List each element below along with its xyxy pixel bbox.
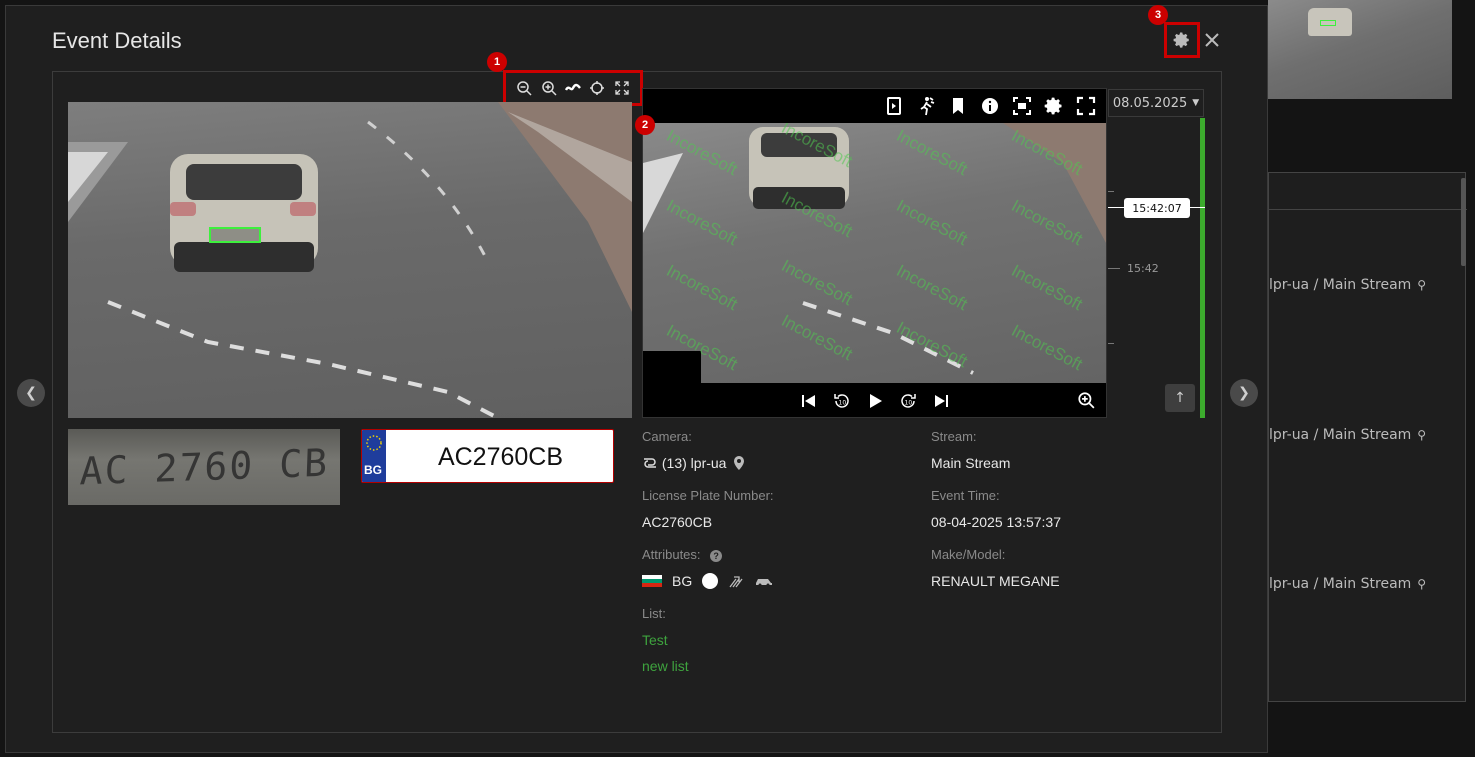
bulgaria-flag-icon [642,575,662,587]
direction-icon [729,576,743,588]
info-icon[interactable] [980,96,1000,116]
attributes-label: Attributes: [642,547,701,562]
help-icon[interactable]: ? [710,550,723,562]
zoom-out-icon[interactable] [515,79,533,97]
list-item[interactable]: lpr-ua / Main Stream ⚲ [1269,277,1429,293]
timeline-tick [1108,268,1120,269]
fullscreen-icon[interactable] [1076,96,1096,116]
timeline-current-time[interactable]: 15:42:07 [1124,198,1190,218]
camera-label: Camera: [642,429,692,444]
scrollbar[interactable] [1461,178,1466,266]
bookmark-icon[interactable] [948,96,968,116]
player-toolbar [643,89,1106,123]
date-selector[interactable]: 08.05.2025 ▼ [1108,89,1204,117]
list-label: List: [642,606,666,621]
close-button[interactable] [1200,28,1224,52]
plate-crop-image: AC 2760 CB [68,429,340,505]
attributes-label-row: Attributes: ? [642,547,723,562]
export-icon[interactable] [884,96,904,116]
chevron-right-icon: ❯ [1238,385,1250,401]
attributes-value: BG [642,573,774,589]
date-value: 08.05.2025 [1112,95,1188,111]
make-model-label: Make/Model: [931,547,1006,562]
car-type-icon [756,579,773,587]
svg-text:10: 10 [838,400,846,407]
timeline-tick [1108,343,1114,344]
annotation-badge: 2 [635,115,655,135]
list-item-stream: lpr-ua / Main Stream [1269,277,1412,293]
list-link-new-list[interactable]: new list [642,658,689,674]
forward-10-icon[interactable]: 10 [898,391,918,411]
timeline-up-button[interactable]: ↑ [1165,384,1195,412]
crosshair-icon[interactable] [588,79,606,97]
annotation-badge: 1 [487,52,507,72]
location-pin-icon: ⚲ [1417,278,1427,292]
list-item-stream: lpr-ua / Main Stream [1269,576,1412,592]
location-pin-icon: ⚲ [1417,577,1427,591]
next-event-button[interactable]: ❯ [1230,379,1258,407]
rewind-10-icon[interactable]: 10 [832,391,852,411]
timeline-tick-label: 15:42 [1127,262,1159,275]
plate-box [1320,20,1336,26]
camera-value[interactable]: (13) lpr-ua [642,455,745,471]
settings-button[interactable] [1164,22,1200,58]
location-pin-icon: ⚲ [1417,428,1427,442]
chevron-left-icon: ❮ [25,385,37,401]
camera-link-icon [644,458,656,468]
zoom-in-icon[interactable] [540,79,558,97]
plate-country-code: BG [364,463,382,477]
event-time-value: 08-04-2025 13:57:37 [931,514,1061,530]
caret-down-icon: ▼ [1192,98,1200,108]
previous-event-button[interactable]: ❮ [17,379,45,407]
gear-icon [1173,32,1189,48]
make-model-value: RENAULT MEGANE [931,573,1060,589]
location-pin-icon[interactable] [734,456,745,470]
camera-name: (13) lpr-ua [661,455,727,471]
list-item[interactable]: lpr-ua / Main Stream ⚲ [1269,576,1429,592]
background-event-list: lpr-ua / Main Stream ⚲ lpr-ua / Main Stre… [1268,172,1467,702]
plate-crop-text: AC 2760 CB [78,440,330,494]
list-link-test[interactable]: Test [642,632,668,648]
wave-icon[interactable] [564,79,582,97]
list-item-stream: lpr-ua / Main Stream [1269,427,1412,443]
list-header-divider [1269,209,1467,210]
close-icon [1205,33,1219,47]
video-player: IncoreSoft IncoreSoft IncoreSoft IncoreS… [642,88,1107,418]
arrow-up-icon: ↑ [1174,390,1186,406]
image-toolbar [503,70,643,106]
recording-bar [1200,118,1205,418]
settings-icon[interactable] [1044,96,1064,116]
event-time-label: Event Time: [931,488,1000,503]
expand-icon[interactable] [613,79,631,97]
skip-back-icon[interactable] [800,392,818,410]
fit-icon[interactable] [1012,96,1032,116]
stream-value: Main Stream [931,455,1011,471]
color-white-icon [702,573,719,589]
event-snapshot[interactable] [68,102,632,418]
play-icon[interactable] [866,392,884,410]
svg-text:10: 10 [904,400,912,407]
playback-controls: 10 10 [643,385,1106,417]
license-plate-value: AC2760CB [642,514,713,530]
modal-title: Event Details [52,28,182,53]
background-thumbnail[interactable] [1268,0,1452,99]
person-motion-icon[interactable] [916,96,936,116]
zoom-in-icon[interactable] [1077,391,1095,413]
recognized-plate: BG AC2760CB [361,429,614,483]
timeline-tick [1108,191,1114,192]
stream-label: Stream: [931,429,977,444]
attribute-country: BG [672,573,693,589]
list-item[interactable]: lpr-ua / Main Stream ⚲ [1269,427,1429,443]
video-frame[interactable]: IncoreSoft IncoreSoft IncoreSoft IncoreS… [643,123,1106,383]
plate-number: AC2760CB [437,442,564,471]
license-plate-label: License Plate Number: [642,488,774,503]
skip-forward-icon[interactable] [932,392,950,410]
